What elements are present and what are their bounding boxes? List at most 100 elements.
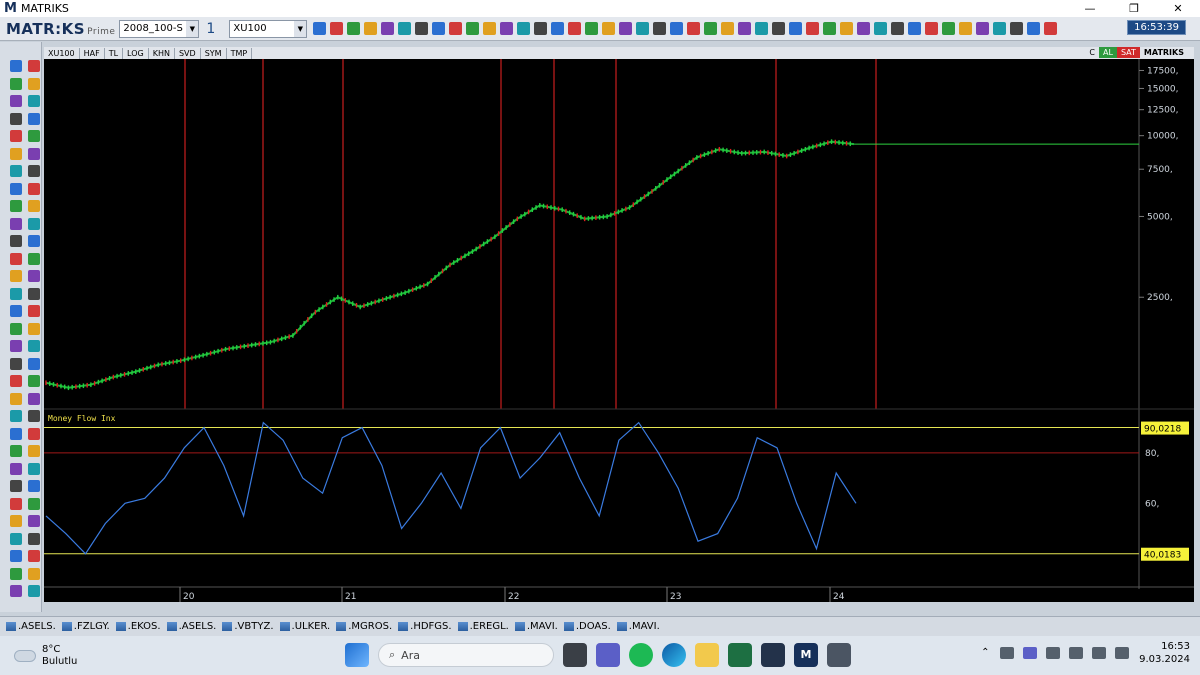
toolbar-tool-icon[interactable] [670, 22, 684, 35]
symbol-tab[interactable]: .VBTYZ. [222, 621, 274, 632]
drawing-tool-icon[interactable] [28, 322, 40, 335]
toolbar-tool-icon[interactable] [1044, 22, 1058, 35]
drawing-tool-icon[interactable] [28, 357, 40, 370]
chart-area[interactable]: 17500, 15000, 12500, 10000, 7500, 5000, 2500, … [44, 59, 1194, 602]
symbol-tab[interactable]: .FZLGY. [61, 621, 110, 632]
drawing-tool-icon[interactable] [28, 287, 40, 300]
drawing-tool-icon[interactable] [10, 147, 22, 160]
drawing-tool-icon[interactable] [10, 497, 22, 510]
tab-tl[interactable]: TL [105, 47, 124, 59]
toolbar-tool-icon[interactable] [942, 22, 956, 35]
drawing-tool-icon[interactable] [10, 567, 22, 580]
symbol-tab[interactable]: .MAVI. [616, 621, 660, 632]
drawing-tool-icon[interactable] [10, 392, 22, 405]
drawing-tool-icon[interactable] [10, 515, 22, 527]
drawing-tool-icon[interactable] [28, 515, 40, 527]
tab-svd[interactable]: SVD [175, 47, 201, 59]
toolbar-tool-icon[interactable] [1027, 22, 1041, 35]
toolbar-tool-icon[interactable] [568, 22, 582, 35]
drawing-tool-icon[interactable] [28, 217, 40, 230]
drawing-tool-icon[interactable] [28, 585, 40, 597]
weather-widget[interactable]: 8°C Bulutlu [14, 644, 77, 668]
symbol-tab[interactable]: .EKOS. [115, 621, 161, 632]
chevron-down-icon[interactable]: ▼ [186, 20, 199, 37]
minimize-button[interactable]: — [1068, 0, 1112, 17]
drawing-tool-icon[interactable] [28, 375, 40, 387]
toolbar-tool-icon[interactable] [449, 22, 463, 35]
toolbar-tool-icon[interactable] [993, 22, 1007, 35]
drawing-tool-icon[interactable] [10, 112, 22, 125]
toolbar-tool-icon[interactable] [823, 22, 837, 35]
teams-icon[interactable] [596, 643, 620, 667]
drawing-tool-icon[interactable] [10, 252, 22, 265]
toolbar-tool-icon[interactable] [636, 22, 650, 35]
battery-icon[interactable] [1115, 647, 1130, 659]
drawing-tool-icon[interactable] [28, 410, 40, 422]
tray-app-icon[interactable] [1000, 647, 1015, 659]
drawing-tool-icon[interactable] [28, 427, 40, 440]
toolbar-tool-icon[interactable] [704, 22, 718, 35]
toolbar-tool-icon[interactable] [908, 22, 922, 35]
toolbar-tool-icon[interactable] [500, 22, 514, 35]
toolbar-tool-icon[interactable] [925, 22, 939, 35]
toolbar-tool-icon[interactable] [364, 22, 378, 35]
windows-start-icon[interactable] [345, 643, 369, 667]
toolbar-tool-icon[interactable] [857, 22, 871, 35]
toolbar-tool-icon[interactable] [653, 22, 667, 35]
tab-haf[interactable]: HAF [80, 47, 105, 59]
taskbar-clock[interactable]: 16:53 9.03.2024 [1139, 640, 1190, 666]
drawing-tool-icon[interactable] [10, 532, 22, 545]
toolbar-tool-icon[interactable] [466, 22, 480, 35]
search-input[interactable]: ⌕ Ara [378, 643, 554, 667]
drawing-tool-icon[interactable] [28, 305, 40, 317]
sell-button[interactable]: SAT [1116, 47, 1140, 58]
toolbar-tool-icon[interactable] [517, 22, 531, 35]
drawing-tool-icon[interactable] [28, 497, 40, 510]
toolbar-tool-icon[interactable] [432, 22, 446, 35]
drawing-tool-icon[interactable] [28, 95, 40, 107]
close-button[interactable]: ✕ [1156, 0, 1200, 17]
toolbar-tool-icon[interactable] [381, 22, 395, 35]
drawing-tool-icon[interactable] [10, 182, 22, 195]
drawing-tool-icon[interactable] [10, 165, 22, 177]
edge-icon[interactable] [662, 643, 686, 667]
drawing-tool-icon[interactable] [28, 77, 40, 90]
tab-symbol[interactable]: XU100 [44, 47, 80, 59]
drawing-tool-icon[interactable] [10, 445, 22, 457]
chart-app-icon[interactable] [761, 643, 785, 667]
price-chart[interactable]: 17500,15000,12500,10000,7500,5000,2500, … [44, 59, 1194, 602]
drawing-tool-icon[interactable] [28, 235, 40, 247]
drawing-tool-icon[interactable] [10, 130, 22, 142]
restore-button[interactable]: ❐ [1112, 0, 1156, 17]
symbol-tab[interactable]: .DOAS. [563, 621, 611, 632]
drawing-tool-icon[interactable] [10, 480, 22, 492]
drawing-tool-icon[interactable] [10, 60, 22, 72]
tab-tmp[interactable]: TMP [227, 47, 253, 59]
task-view-icon[interactable] [563, 643, 587, 667]
toolbar-tool-icon[interactable] [483, 22, 497, 35]
drawing-tool-icon[interactable] [10, 585, 22, 597]
window-count[interactable]: 1 [203, 20, 225, 38]
chevron-down-icon[interactable]: ▼ [294, 20, 307, 37]
toolbar-tool-icon[interactable] [585, 22, 599, 35]
drawing-tool-icon[interactable] [28, 445, 40, 457]
toolbar-tool-icon[interactable] [959, 22, 973, 35]
drawing-tool-icon[interactable] [28, 112, 40, 125]
display-icon[interactable] [1046, 647, 1061, 659]
toolbar-tool-icon[interactable] [721, 22, 735, 35]
drawing-tool-icon[interactable] [10, 217, 22, 230]
toolbar-tool-icon[interactable] [398, 22, 412, 35]
drawing-tool-icon[interactable] [10, 322, 22, 335]
symbol-tab[interactable]: .MGROS. [336, 621, 392, 632]
toolbar-tool-icon[interactable] [347, 22, 361, 35]
drawing-tool-icon[interactable] [28, 392, 40, 405]
template-select[interactable]: 2008_100-S ▼ [119, 19, 200, 38]
tab-log[interactable]: LOG [123, 47, 149, 59]
drawing-tool-icon[interactable] [28, 252, 40, 265]
toolbar-tool-icon[interactable] [840, 22, 854, 35]
drawing-tool-icon[interactable] [28, 270, 40, 282]
drawing-tool-icon[interactable] [10, 357, 22, 370]
symbol-select[interactable]: XU100 ▼ [229, 19, 308, 38]
drawing-tool-icon[interactable] [28, 480, 40, 492]
symbol-tab[interactable]: .ULKER. [279, 621, 330, 632]
